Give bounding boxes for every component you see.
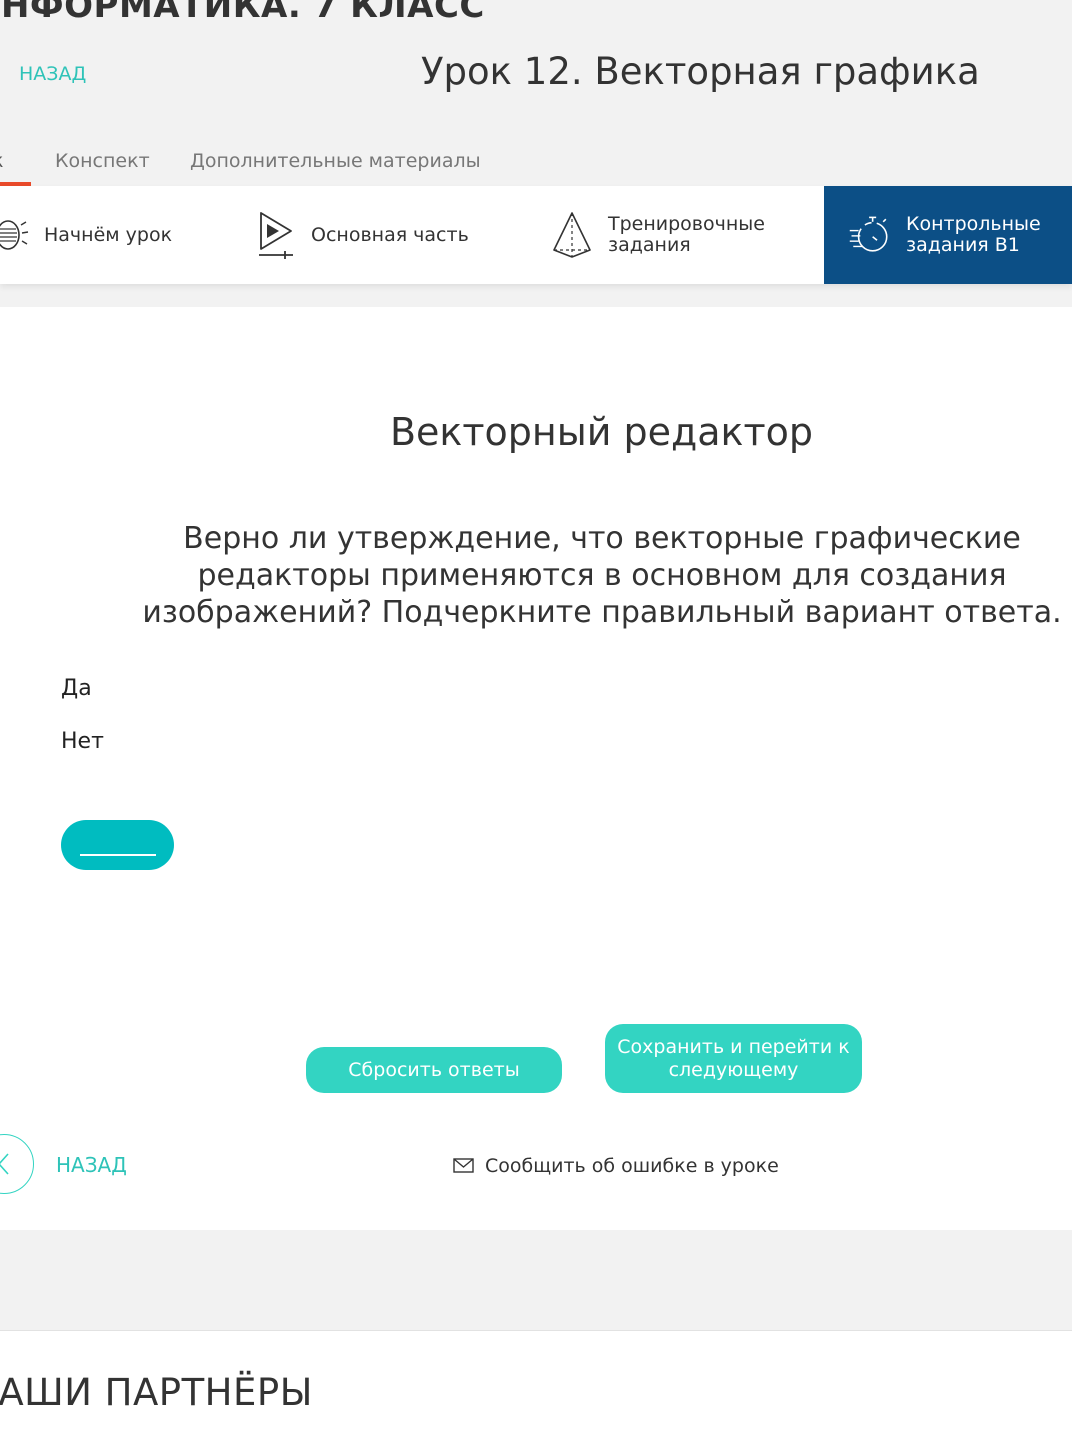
step-label: Основная часть xyxy=(311,223,469,246)
chevron-left-icon xyxy=(0,1153,9,1175)
underline-mark xyxy=(80,854,156,856)
underline-answer-button[interactable] xyxy=(61,820,174,870)
lesson-tabs: к Конспект Дополнительные материалы xyxy=(0,140,600,186)
mail-icon xyxy=(453,1158,474,1173)
answer-option-yes[interactable]: Да xyxy=(61,676,92,701)
task-title: Векторный редактор xyxy=(389,410,814,454)
stopwatch-icon xyxy=(848,210,892,260)
tab-additional-materials[interactable]: Дополнительные материалы xyxy=(190,150,481,172)
reset-answers-button[interactable]: Сбросить ответы xyxy=(306,1047,562,1093)
lesson-steps-bar: Начнём урок Основная часть Тренировочные… xyxy=(0,186,1072,284)
step-main-part[interactable]: Основная часть xyxy=(253,186,513,284)
report-error-link[interactable]: Сообщить об ошибке в уроке xyxy=(453,1155,779,1177)
partners-section: НАШИ ПАРТНЁРЫ xyxy=(0,1330,1072,1449)
back-link-bottom[interactable]: НАЗАД xyxy=(56,1153,127,1177)
step-training-tasks[interactable]: Тренировочные задания xyxy=(550,186,810,284)
play-icon xyxy=(253,210,297,260)
task-card: Векторный редактор Верно ли утверждение,… xyxy=(0,307,1072,1230)
save-and-next-button[interactable]: Сохранить и перейти к следующему xyxy=(605,1024,862,1093)
step-start-lesson[interactable]: Начнём урок xyxy=(0,186,216,284)
course-title: ИНФОРМАТИКА. 7 КЛАСС xyxy=(0,0,485,26)
pyramid-icon xyxy=(550,210,594,260)
lightbulb-icon xyxy=(0,210,30,260)
step-label: Тренировочные задания xyxy=(608,213,765,256)
back-circle-button[interactable] xyxy=(0,1134,34,1194)
step-label: Контрольные задания B1 xyxy=(906,213,1041,256)
lesson-title: Урок 12. Векторная графика xyxy=(421,50,980,93)
task-question: Верно ли утверждение, что векторные граф… xyxy=(142,521,1062,630)
tab-lesson-active[interactable]: к xyxy=(0,150,3,172)
step-label: Начнём урок xyxy=(44,223,173,246)
partners-title: НАШИ ПАРТНЁРЫ xyxy=(0,1371,313,1414)
step-control-tasks[interactable]: Контрольные задания B1 xyxy=(824,186,1072,284)
back-link-top[interactable]: НАЗАД xyxy=(19,63,86,85)
report-error-label: Сообщить об ошибке в уроке xyxy=(485,1155,779,1177)
tab-summary[interactable]: Конспект xyxy=(55,150,150,172)
answer-option-no[interactable]: Нет xyxy=(61,729,104,754)
